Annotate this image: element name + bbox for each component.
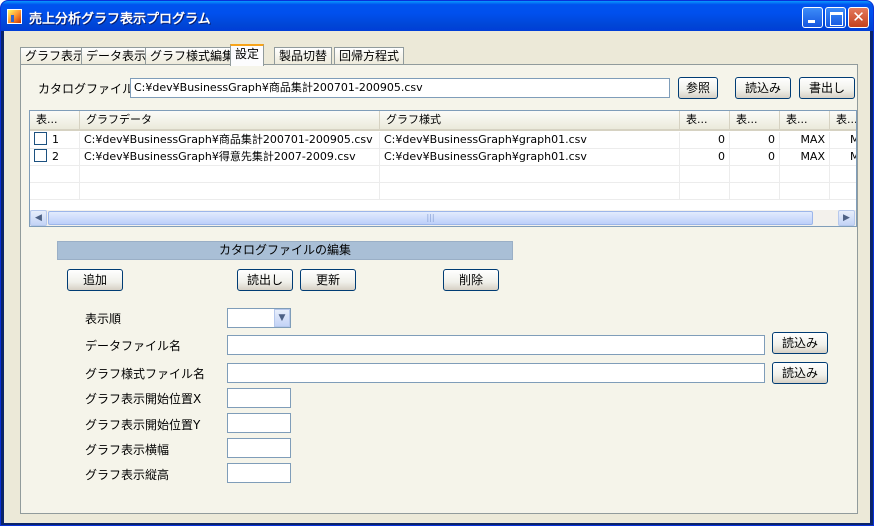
empty-row xyxy=(30,183,856,200)
empty-cell xyxy=(30,166,80,182)
graph-style-cell[interactable]: C:¥dev¥BusinessGraph¥graph01.csv xyxy=(380,149,680,165)
row-number: 1 xyxy=(52,133,59,146)
settings-panel: カタログファイル名 C:¥dev¥BusinessGraph¥商品集計20070… xyxy=(20,64,858,514)
chevron-down-icon[interactable]: ▼ xyxy=(274,309,290,327)
export-catalog-button[interactable]: 書出し xyxy=(799,77,855,99)
horizontal-scrollbar[interactable]: ◀ ||| ▶ xyxy=(30,210,856,226)
value-cell[interactable]: M xyxy=(830,132,856,148)
graph-data-cell[interactable]: C:¥dev¥BusinessGraph¥得意先集計2007-2009.csv xyxy=(80,149,380,165)
tab-settings[interactable]: 設定 xyxy=(230,44,265,66)
browse-button[interactable]: 参照 xyxy=(678,77,718,99)
grid-header: 表... グラフデータ グラフ様式 表... 表... 表... 表... xyxy=(30,111,856,131)
empty-cell xyxy=(380,183,680,199)
minimize-icon xyxy=(803,8,822,27)
width-input[interactable] xyxy=(227,438,291,458)
height-input[interactable] xyxy=(227,463,291,483)
row-checkbox[interactable] xyxy=(34,132,47,145)
tab-graph-style-edit[interactable]: グラフ様式編集 xyxy=(145,47,240,65)
close-button[interactable]: ✕ xyxy=(848,7,869,28)
title-bar[interactable]: 売上分析グラフ表示プログラム ✕ xyxy=(1,1,873,31)
catalog-grid[interactable]: 表... グラフデータ グラフ様式 表... 表... 表... 表... 1 … xyxy=(29,110,857,227)
value-cell[interactable]: 0 xyxy=(730,149,780,165)
value-cell[interactable]: MAX xyxy=(780,149,830,165)
display-order-label: 表示順 xyxy=(85,312,122,326)
start-y-input[interactable] xyxy=(227,413,291,433)
start-y-label: グラフ表示開始位置Y xyxy=(85,418,201,432)
empty-row xyxy=(30,166,856,183)
empty-cell xyxy=(730,166,780,182)
row-select-cell[interactable]: 1 xyxy=(30,132,80,148)
data-file-label: データファイル名 xyxy=(85,339,182,353)
update-button[interactable]: 更新 xyxy=(300,269,356,291)
minimize-button[interactable] xyxy=(802,7,823,28)
empty-cell xyxy=(80,166,380,182)
tab-graph-display[interactable]: グラフ表示 xyxy=(20,47,91,65)
column-header-5[interactable]: 表... xyxy=(730,111,780,129)
app-icon xyxy=(7,9,22,24)
read-button[interactable]: 読出し xyxy=(237,269,293,291)
client-area: グラフ表示 データ表示 グラフ様式編集 設定 製品切替 回帰方程式 カタログファ… xyxy=(4,31,870,523)
row-select-cell[interactable]: 2 xyxy=(30,149,80,165)
style-file-input[interactable] xyxy=(227,363,765,383)
height-label: グラフ表示縦高 xyxy=(85,468,170,482)
tab-data-display[interactable]: データ表示 xyxy=(81,47,152,65)
value-cell[interactable]: M xyxy=(830,149,856,165)
graph-style-cell[interactable]: C:¥dev¥BusinessGraph¥graph01.csv xyxy=(380,132,680,148)
value-cell[interactable]: 0 xyxy=(680,132,730,148)
close-icon: ✕ xyxy=(852,8,865,26)
empty-cell xyxy=(680,166,730,182)
table-row[interactable]: 2 C:¥dev¥BusinessGraph¥得意先集計2007-2009.cs… xyxy=(30,149,856,166)
width-label: グラフ表示横幅 xyxy=(85,443,170,457)
empty-cell xyxy=(30,183,80,199)
column-header-graph-data[interactable]: グラフデータ xyxy=(80,111,380,129)
column-header-7[interactable]: 表... xyxy=(830,111,856,129)
column-header-4[interactable]: 表... xyxy=(680,111,730,129)
value-cell[interactable]: MAX xyxy=(780,132,830,148)
start-x-input[interactable] xyxy=(227,388,291,408)
value-cell[interactable]: 0 xyxy=(730,132,780,148)
tab-product-switch[interactable]: 製品切替 xyxy=(274,47,333,65)
table-row[interactable]: 1 C:¥dev¥BusinessGraph¥商品集計200701-200905… xyxy=(30,132,856,149)
maximize-button[interactable] xyxy=(825,7,846,28)
window-title: 売上分析グラフ表示プログラム xyxy=(29,12,211,27)
display-order-select[interactable]: ▼ xyxy=(227,308,291,328)
load-data-file-button[interactable]: 読込み xyxy=(772,332,828,354)
data-file-input[interactable] xyxy=(227,335,765,355)
empty-cell xyxy=(80,183,380,199)
tab-regression[interactable]: 回帰方程式 xyxy=(334,47,405,65)
empty-cell xyxy=(730,183,780,199)
column-header-graph-style[interactable]: グラフ様式 xyxy=(380,111,680,129)
app-window: 売上分析グラフ表示プログラム ✕ グラフ表示 データ表示 グラフ様式編集 設定 … xyxy=(0,0,874,526)
empty-cell xyxy=(780,166,830,182)
load-style-file-button[interactable]: 読込み xyxy=(772,362,828,384)
empty-cell xyxy=(380,166,680,182)
start-x-label: グラフ表示開始位置X xyxy=(85,392,202,406)
scroll-right-icon[interactable]: ▶ xyxy=(838,210,855,226)
catalog-edit-section-title: カタログファイルの編集 xyxy=(57,241,513,260)
style-file-label: グラフ様式ファイル名 xyxy=(85,367,206,381)
maximize-icon xyxy=(826,8,845,27)
row-checkbox[interactable] xyxy=(34,149,47,162)
empty-cell xyxy=(680,183,730,199)
scrollbar-thumb[interactable]: ||| xyxy=(48,211,813,225)
column-header-6[interactable]: 表... xyxy=(780,111,830,129)
scroll-left-icon[interactable]: ◀ xyxy=(30,210,47,226)
row-number: 2 xyxy=(52,150,59,163)
value-cell[interactable]: 0 xyxy=(680,149,730,165)
empty-cell xyxy=(780,183,830,199)
add-button[interactable]: 追加 xyxy=(67,269,123,291)
load-catalog-button[interactable]: 読込み xyxy=(735,77,791,99)
delete-button[interactable]: 削除 xyxy=(443,269,499,291)
catalog-file-input[interactable]: C:¥dev¥BusinessGraph¥商品集計200701-200905.c… xyxy=(130,78,670,98)
graph-data-cell[interactable]: C:¥dev¥BusinessGraph¥商品集計200701-200905.c… xyxy=(80,132,380,148)
column-header-display[interactable]: 表... xyxy=(30,111,80,129)
